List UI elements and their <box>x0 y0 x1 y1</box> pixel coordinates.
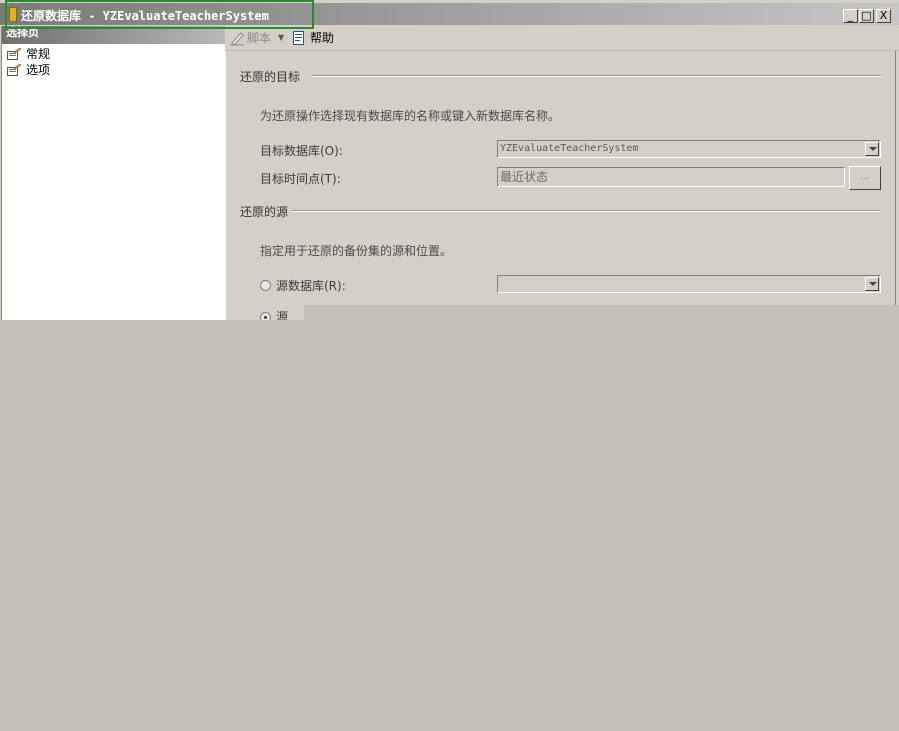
section-title-source: 还原的源 <box>240 205 289 219</box>
source-database-combo[interactable] <box>497 275 881 293</box>
source-database-radio[interactable] <box>260 280 271 291</box>
source-device-radio[interactable] <box>260 312 271 320</box>
toolbar: 脚本 ▼ 帮助 <box>225 26 899 51</box>
script-icon <box>230 32 244 46</box>
target-database-value: YZEvaluateTeacherSystem <box>500 143 639 154</box>
help-icon <box>293 31 304 45</box>
help-button[interactable]: 帮助 <box>291 29 334 47</box>
script-button[interactable]: 脚本 <box>229 29 271 47</box>
blank-overlay <box>304 305 899 731</box>
section-title-target: 还原的目标 <box>240 70 301 84</box>
select-page-panel: 选择页 常规 选项 <box>1 26 226 320</box>
chevron-down-icon[interactable]: ▼ <box>278 29 284 47</box>
sidebar-item-options[interactable]: 选项 <box>2 62 225 78</box>
target-hint: 为还原操作选择现有数据库的名称或键入新数据库名称。 <box>260 109 561 123</box>
sidebar-header: 选择页 <box>2 26 225 44</box>
target-database-label: 目标数据库(O): <box>260 144 343 158</box>
browse-time-button[interactable]: ... <box>849 166 881 190</box>
close-button[interactable]: X <box>876 9 891 23</box>
page-settings-icon <box>7 48 21 60</box>
source-device-label: 源 <box>276 310 289 320</box>
page-settings-icon <box>7 64 21 76</box>
section-divider <box>292 210 881 212</box>
maximize-button[interactable]: □ <box>859 9 874 23</box>
target-time-label: 目标时间点(T): <box>260 172 341 186</box>
target-time-value: 最近状态 <box>500 170 549 184</box>
target-time-field: 最近状态 <box>497 167 845 187</box>
general-page: 还原的目标 为还原操作选择现有数据库的名称或键入新数据库名称。 目标数据库(O)… <box>225 51 896 320</box>
database-icon <box>9 7 17 22</box>
script-label: 脚本 <box>247 31 272 45</box>
sidebar-item-label: 常规 <box>26 47 51 61</box>
restore-database-dialog: 还原数据库 - YZEvaluateTeacherSystem _ □ X 选择… <box>0 0 899 320</box>
source-hint: 指定用于还原的备份集的源和位置。 <box>260 244 453 258</box>
window-title: 还原数据库 - YZEvaluateTeacherSystem <box>21 9 269 23</box>
chevron-down-icon[interactable] <box>865 277 879 291</box>
section-divider <box>312 75 881 77</box>
target-database-combo[interactable]: YZEvaluateTeacherSystem <box>497 140 881 158</box>
title-bar[interactable]: 还原数据库 - YZEvaluateTeacherSystem _ □ X <box>0 3 899 25</box>
chevron-down-icon[interactable] <box>865 142 879 156</box>
source-database-label: 源数据库(R): <box>276 279 346 293</box>
sidebar-item-general[interactable]: 常规 <box>2 46 225 62</box>
minimize-button[interactable]: _ <box>843 9 858 23</box>
main-panel: 脚本 ▼ 帮助 还原的目标 为还原操作选择现有数据库的名称或键入新数据库名称。 … <box>225 26 899 320</box>
help-label: 帮助 <box>310 31 335 45</box>
sidebar-item-label: 选项 <box>26 63 51 77</box>
